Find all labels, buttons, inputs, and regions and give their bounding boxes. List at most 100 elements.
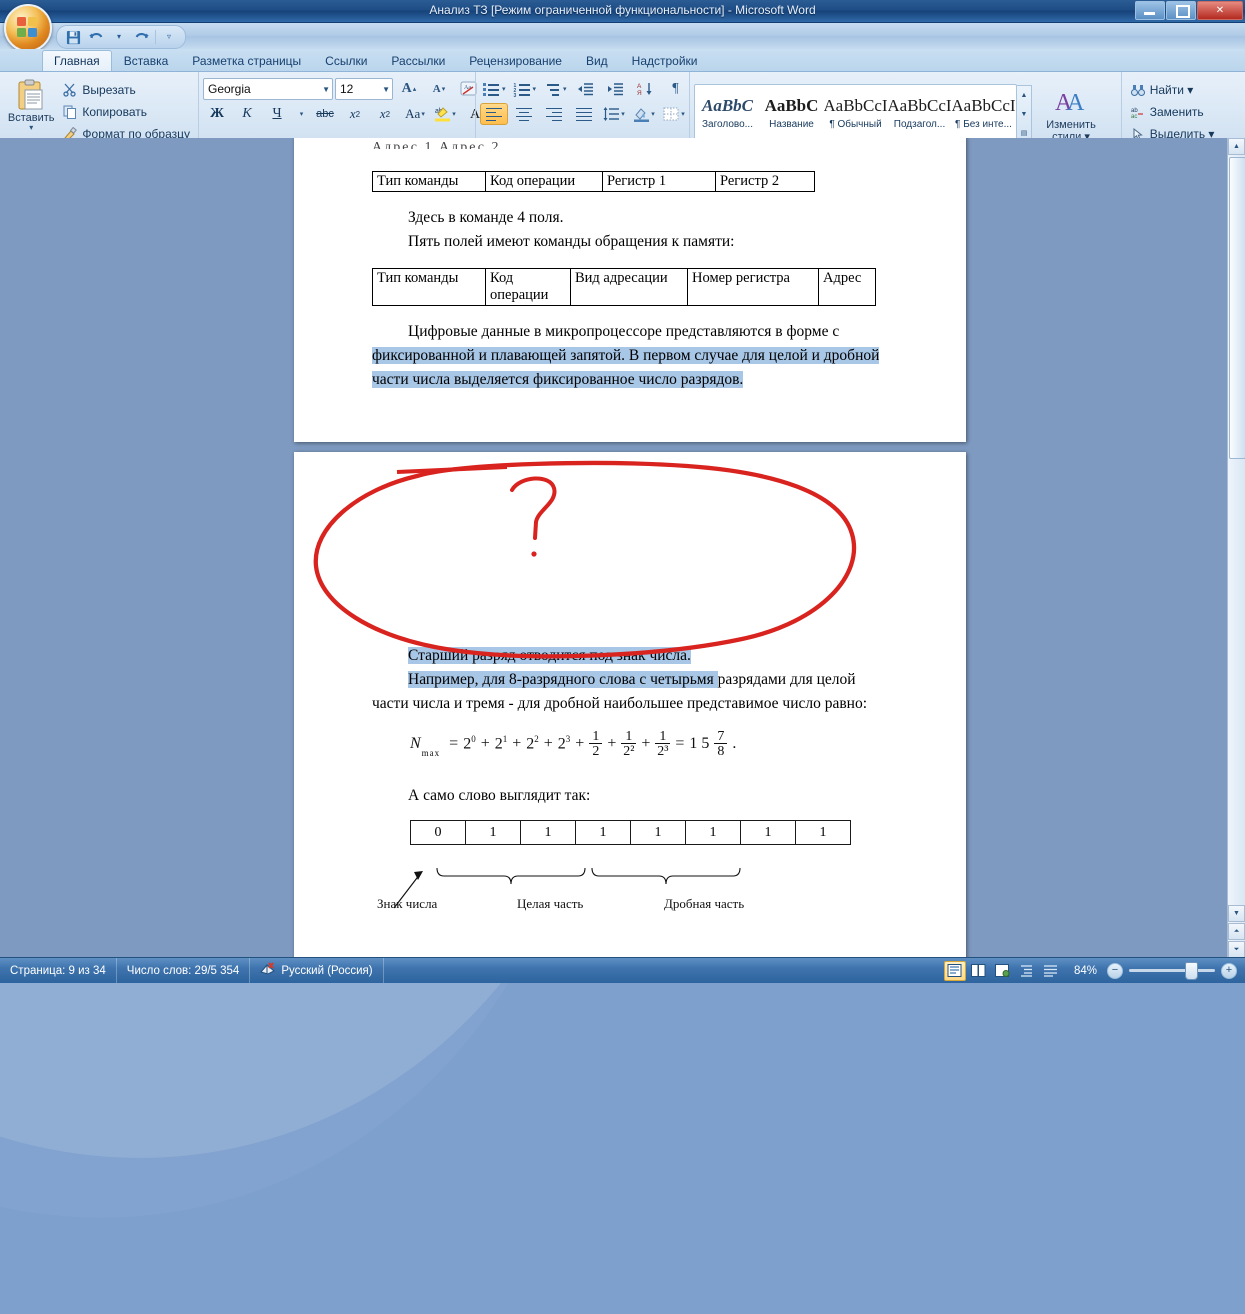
style-item-no-spacing[interactable]: AaBbCcI ¶ Без инте... [952, 86, 1015, 140]
align-right-button[interactable] [540, 103, 568, 125]
style-preview: AaBbCcI [952, 96, 1015, 115]
office-button[interactable] [4, 4, 52, 52]
sort-button[interactable]: AЯ [632, 78, 660, 100]
zoom-level-label[interactable]: 84% [1074, 965, 1097, 977]
copy-icon [62, 104, 78, 120]
numbering-button[interactable]: 1 2 3 ▾ [511, 78, 540, 100]
save-icon[interactable] [63, 28, 83, 47]
style-item-subtitle[interactable]: AaBbCcI Подзагол... [888, 86, 951, 140]
style-name: Название [769, 119, 814, 130]
formula-lhs-subscript: max [421, 748, 441, 758]
status-page-number[interactable]: Страница: 9 из 34 [0, 958, 117, 983]
paragraph-selected-part: Старший разряд отводится под знак числа. [408, 647, 691, 664]
justify-button[interactable] [570, 103, 598, 125]
paste-caret-icon[interactable]: ▾ [29, 124, 33, 132]
tab-review[interactable]: Рецензирование [457, 50, 574, 71]
view-outline-button[interactable] [1016, 961, 1038, 981]
document-page-2: Старший разряд отводится под знак числа.… [294, 452, 966, 958]
shading-button[interactable]: ▾ [630, 103, 658, 125]
font-size-dropdown-icon[interactable]: ▼ [376, 85, 390, 94]
tab-mailings[interactable]: Рассылки [379, 50, 457, 71]
maximize-button[interactable] [1166, 1, 1196, 20]
vertical-scrollbar[interactable]: ▲ ▼ ⏶ ⏷ [1227, 138, 1245, 958]
view-full-screen-reading-button[interactable] [968, 961, 990, 981]
subscript-button[interactable]: x2 [341, 103, 369, 125]
change-case-button[interactable]: Aa ▾ [401, 103, 429, 125]
cut-button[interactable]: Вырезать [58, 80, 194, 100]
increase-indent-button[interactable] [602, 78, 630, 100]
table-cell: Регистр 2 [715, 171, 815, 192]
underline-dropdown-icon[interactable]: ▾ [293, 103, 309, 125]
paragraph-selected-part: Например, для 8-разрядного слова с четыр… [408, 671, 718, 688]
decrease-indent-button[interactable] [572, 78, 600, 100]
multilevel-list-button[interactable]: ▾ [541, 78, 570, 100]
borders-button[interactable]: ▾ [660, 103, 688, 125]
paragraph-digital-data: Цифровые данные в микропроцессоре предст… [372, 320, 888, 392]
paste-button[interactable]: Вставить ▾ [4, 76, 58, 132]
change-styles-button[interactable]: AA Изменить стили ▾ [1040, 85, 1102, 143]
undo-dropdown-icon[interactable]: ▾ [109, 28, 129, 47]
replace-button[interactable]: ab ac Заменить [1126, 102, 1219, 122]
grow-font-button[interactable]: A ▴ [395, 78, 423, 100]
font-name-dropdown-icon[interactable]: ▼ [316, 85, 330, 94]
align-left-button[interactable] [480, 103, 508, 125]
minimize-button[interactable] [1135, 1, 1165, 20]
underline-button[interactable]: Ч [263, 103, 291, 125]
show-formatting-marks-button[interactable]: ¶ [662, 78, 690, 100]
paragraph-row-2: ▾ ▾ ▾ [480, 103, 688, 125]
font-name-input[interactable]: Georgia ▼ [203, 78, 333, 100]
strikethrough-button[interactable]: abc [311, 103, 339, 125]
style-item-normal[interactable]: AaBbCcI ¶ Обычный [824, 86, 887, 140]
view-web-layout-button[interactable] [992, 961, 1014, 981]
bullets-button[interactable]: ▾ [480, 78, 509, 100]
tab-view[interactable]: Вид [574, 50, 620, 71]
style-item-heading[interactable]: AaBbC Заголово... [696, 86, 759, 140]
tab-home[interactable]: Главная [42, 50, 112, 71]
zoom-out-button[interactable]: − [1107, 962, 1123, 979]
style-item-title[interactable]: AaBbC Название [760, 86, 823, 140]
status-word-count[interactable]: Число слов: 29/5 354 [117, 958, 251, 983]
italic-button[interactable]: К [233, 103, 261, 125]
next-page-icon[interactable]: ⏷ [1228, 941, 1245, 958]
svg-text:Я: Я [637, 90, 642, 96]
previous-page-icon[interactable]: ⏶ [1228, 923, 1245, 940]
styles-scroll-down-icon[interactable]: ▼ [1017, 105, 1031, 124]
view-draft-button[interactable] [1040, 961, 1062, 981]
font-row-1: Georgia ▼ 12 ▼ A ▴ A ▾ Aa [203, 78, 483, 100]
styles-scroll-up-icon[interactable]: ▲ [1017, 86, 1031, 105]
scroll-down-icon[interactable]: ▼ [1228, 905, 1245, 922]
paragraph-sign-bit: Старший разряд отводится под знак числа. [372, 644, 888, 668]
customize-qat-icon[interactable]: ▿ [159, 28, 179, 47]
style-preview: AaBbC [764, 96, 819, 115]
spellcheck-icon [260, 962, 276, 979]
line-spacing-button[interactable]: ▾ [600, 103, 628, 125]
tab-addins[interactable]: Надстройки [620, 50, 710, 71]
superscript-button[interactable]: x2 [371, 103, 399, 125]
align-center-button[interactable] [510, 103, 538, 125]
tab-references[interactable]: Ссылки [313, 50, 379, 71]
document-canvas[interactable]: Адрес 1 Адрес 2 Тип команды Код операции… [0, 138, 1245, 958]
formula-lhs: N [410, 735, 421, 752]
find-button[interactable]: Найти ▾ [1126, 80, 1219, 100]
copy-button[interactable]: Копировать [58, 102, 194, 122]
zoom-slider-track[interactable] [1129, 962, 1215, 980]
close-button[interactable]: ✕ [1197, 1, 1243, 20]
scrollbar-thumb[interactable] [1229, 157, 1245, 459]
bold-button[interactable]: Ж [203, 103, 231, 125]
zoom-in-button[interactable]: + [1221, 962, 1237, 979]
formula-term: 23 [557, 734, 571, 753]
label-sign-of-number: Знак числа [377, 896, 438, 911]
shrink-font-button[interactable]: A ▾ [425, 78, 453, 100]
text-highlight-button[interactable]: ab ▾ [431, 103, 459, 125]
tab-insert[interactable]: Вставка [112, 50, 181, 71]
status-language[interactable]: Русский (Россия) [250, 958, 384, 983]
undo-icon[interactable] [86, 28, 106, 47]
zoom-slider-handle[interactable] [1185, 962, 1198, 980]
paragraph-unselected-part: Цифровые данные в микропроцессоре предст… [408, 323, 840, 340]
font-size-input[interactable]: 12 ▼ [335, 78, 393, 100]
scroll-up-icon[interactable]: ▲ [1228, 138, 1245, 155]
tab-page-layout[interactable]: Разметка страницы [180, 50, 313, 71]
view-print-layout-button[interactable] [943, 960, 966, 981]
integer-part-brace [436, 867, 586, 885]
redo-icon[interactable] [132, 28, 152, 47]
